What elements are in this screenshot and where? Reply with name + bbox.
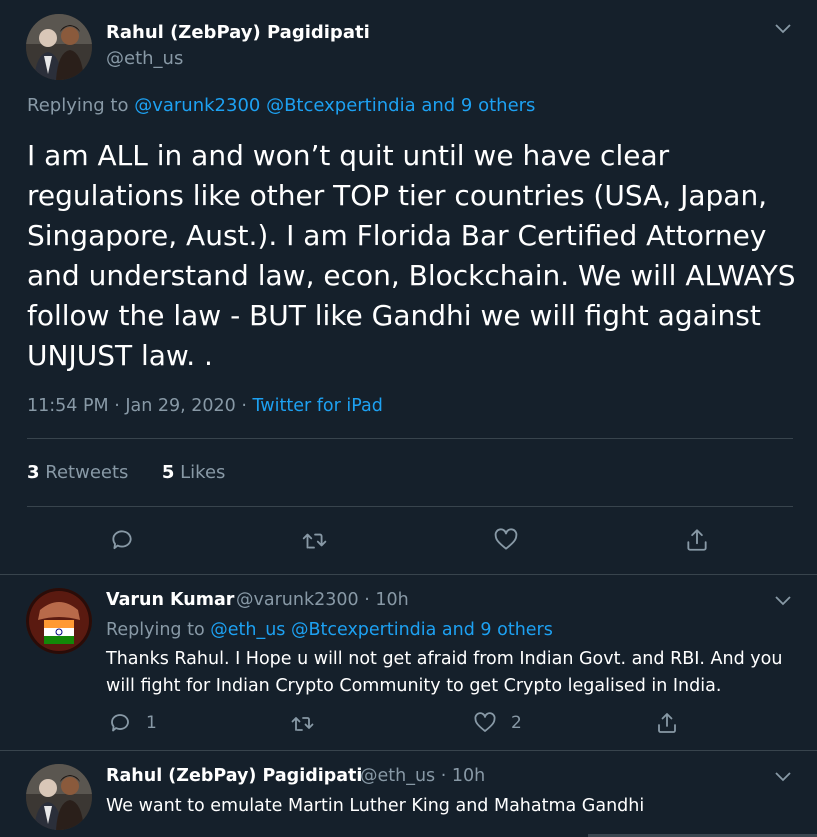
likes-stat[interactable]: 5 Likes — [162, 462, 226, 483]
tweet-source[interactable]: Twitter for iPad — [253, 396, 383, 416]
author-handle[interactable]: @eth_us — [106, 48, 183, 69]
likes-count: 5 — [161, 462, 175, 483]
divider — [27, 438, 793, 439]
reply-text: We want to emulate Martin Luther King an… — [106, 796, 645, 816]
retweet-icon — [302, 533, 327, 549]
likes-label: Likes — [180, 462, 226, 483]
tweet-text: I am ALL in and won’t quit until we have… — [27, 139, 796, 372]
share-icon — [658, 713, 676, 733]
author-handle[interactable]: @eth_us · 10h — [360, 766, 485, 786]
divider — [0, 750, 817, 751]
heart-icon — [474, 712, 496, 732]
replying-to-link[interactable]: @eth_us @Btcexpertindia and 9 others — [210, 620, 553, 640]
replying-to-link[interactable]: @varunk2300 @Btcexpertindia and 9 others — [134, 95, 535, 116]
author-handle[interactable]: @varunk2300 · 10h — [236, 590, 409, 610]
share-button[interactable] — [655, 711, 679, 735]
retweet-icon — [291, 717, 314, 731]
chevron-down-icon[interactable] — [772, 18, 794, 40]
like-count: 2 — [511, 713, 522, 733]
retweets-count: 3 — [27, 462, 40, 483]
share-icon — [687, 529, 707, 551]
reply-text: Thanks Rahul. I Hope u will not get afra… — [106, 649, 783, 696]
tweet-meta: 11:54 PM · Jan 29, 2020 · Twitter for iP… — [27, 396, 383, 416]
main-tweet: Rahul (ZebPay) Pagidipati @eth_us Replyi… — [0, 0, 817, 574]
avatar[interactable] — [26, 588, 92, 654]
avatar[interactable] — [26, 14, 92, 80]
replying-prefix: Replying to — [27, 95, 129, 116]
share-button[interactable] — [677, 520, 717, 560]
reply-icon — [111, 714, 129, 732]
tweet-timestamp[interactable]: 11:54 PM · Jan 29, 2020 · — [27, 396, 253, 416]
heart-icon — [494, 528, 518, 550]
retweets-label: Retweets — [45, 462, 129, 483]
reply-button[interactable] — [102, 520, 142, 560]
like-button[interactable] — [486, 520, 526, 560]
retweet-button[interactable] — [290, 711, 314, 735]
reply-count: 1 — [146, 713, 157, 733]
chevron-down-icon[interactable] — [772, 766, 794, 788]
replying-to: Replying to @varunk2300 @Btcexpertindia … — [27, 95, 535, 116]
replying-prefix: Replying to — [106, 620, 205, 640]
chevron-down-icon[interactable] — [772, 590, 794, 612]
divider — [0, 574, 817, 575]
retweet-button[interactable] — [294, 520, 334, 560]
divider — [27, 506, 793, 507]
reply-icon — [112, 530, 132, 550]
reply-button[interactable]: 1 — [108, 711, 157, 735]
replying-to: Replying to @eth_us @Btcexpertindia and … — [106, 620, 553, 640]
like-button[interactable]: 2 — [473, 711, 522, 735]
retweets-stat[interactable]: 3 Retweets — [27, 462, 128, 483]
author-name[interactable]: Rahul (ZebPay) Pagidipati — [106, 766, 362, 786]
avatar[interactable] — [26, 764, 92, 830]
author-name[interactable]: Rahul (ZebPay) Pagidipati — [106, 22, 370, 43]
author-name[interactable]: Varun Kumar — [106, 590, 234, 610]
tweet-stats: 3 Retweets 5 Likes — [27, 462, 225, 483]
